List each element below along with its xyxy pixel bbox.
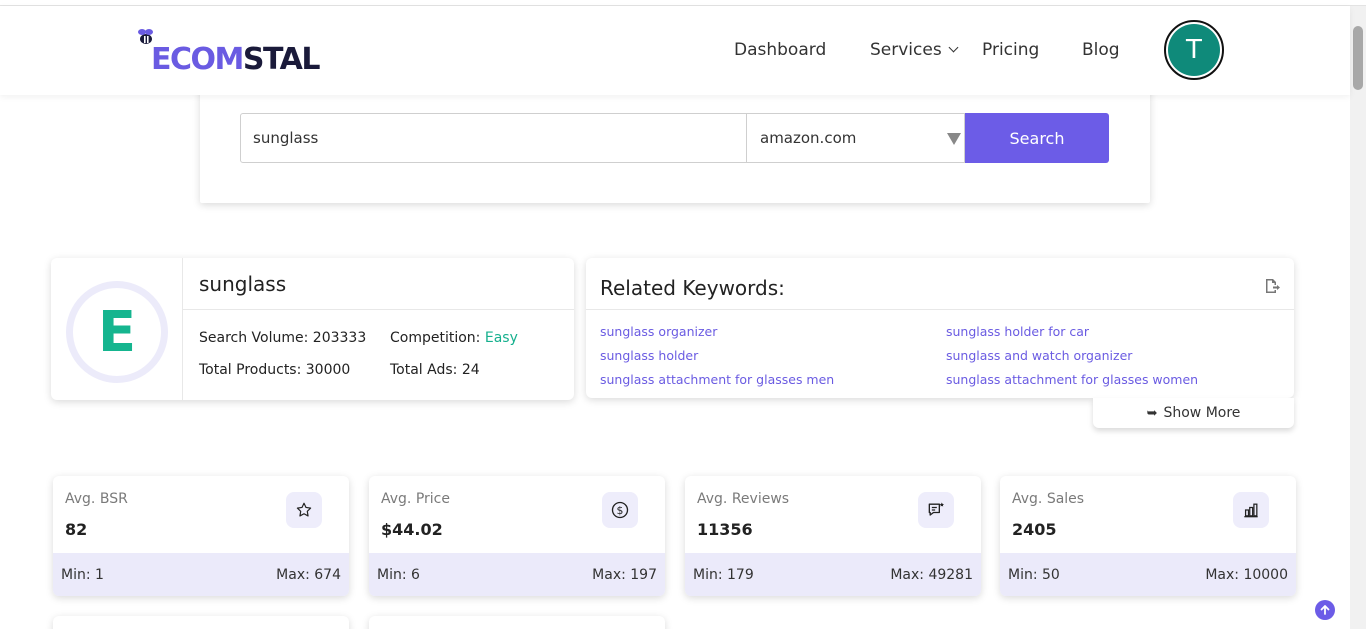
metric-range: Min: 50 Max: 10000 xyxy=(1000,553,1296,596)
show-more-label: Show More xyxy=(1163,405,1241,421)
total-products-stat: Total Products: 30000 xyxy=(199,362,351,378)
metric-min: Min: 6 xyxy=(377,567,420,583)
arrow-icon: ➥ xyxy=(1146,405,1158,421)
review-icon xyxy=(918,492,954,528)
metric-card-partial xyxy=(369,616,665,629)
nav-services[interactable]: Services xyxy=(870,40,959,60)
keyword-search-input[interactable]: sunglass xyxy=(240,113,747,163)
marketplace-selected-value: amazon.com xyxy=(760,129,857,147)
search-button[interactable]: Search xyxy=(965,113,1109,163)
metric-card-bsr: Avg. BSR 82 Min: 1 Max: 674 xyxy=(53,476,349,596)
scroll-to-top-button[interactable] xyxy=(1315,600,1335,620)
metric-min: Min: 1 xyxy=(61,567,104,583)
scrollbar-thumb[interactable] xyxy=(1353,26,1363,90)
metric-label: Avg. Reviews xyxy=(697,491,790,507)
user-avatar[interactable]: T xyxy=(1164,20,1224,80)
site-header: ECOMSTAL Dashboard Services Pricing Blog… xyxy=(0,6,1350,95)
dollar-icon: $ xyxy=(602,492,638,528)
metric-label: Avg. Price xyxy=(381,491,450,507)
search-panel: sunglass amazon.com Search xyxy=(200,80,1150,203)
search-volume-stat: Search Volume: 203333 xyxy=(199,330,367,346)
metric-card-sales: Avg. Sales 2405 Min: 50 Max: 10000 xyxy=(1000,476,1296,596)
page-scrollbar[interactable] xyxy=(1350,6,1366,629)
total-ads-stat: Total Ads: 24 xyxy=(390,362,480,378)
related-keyword-link[interactable]: sunglass attachment for glasses women xyxy=(946,372,1198,387)
divider xyxy=(183,309,574,310)
keyword-grade-badge: E xyxy=(66,281,168,383)
related-keyword-link[interactable]: sunglass holder for car xyxy=(946,324,1089,339)
metric-max: Max: 10000 xyxy=(1205,567,1288,583)
keyword-summary-card: E sunglass Search Volume: 203333 Competi… xyxy=(51,258,574,400)
keyword-title: sunglass xyxy=(199,272,287,296)
show-more-button[interactable]: ➥ Show More xyxy=(1093,398,1294,428)
metric-max: Max: 674 xyxy=(276,567,341,583)
metric-min: Min: 179 xyxy=(693,567,754,583)
metric-value: $44.02 xyxy=(381,520,443,539)
metric-label: Avg. Sales xyxy=(1012,491,1085,507)
competition-label: Competition: xyxy=(390,330,485,346)
divider xyxy=(586,309,1294,310)
related-keyword-link[interactable]: sunglass attachment for glasses men xyxy=(600,372,834,387)
related-keywords-card: Related Keywords: sunglass organizer sun… xyxy=(586,258,1294,398)
logo-wordmark: ECOMSTAL xyxy=(151,42,320,77)
related-keyword-link[interactable]: sunglass and watch organizer xyxy=(946,348,1132,363)
dropdown-caret-icon xyxy=(947,133,961,145)
metric-label: Avg. BSR xyxy=(65,491,128,507)
metric-min: Min: 50 xyxy=(1008,567,1060,583)
related-keywords-title: Related Keywords: xyxy=(600,276,785,300)
nav-pricing[interactable]: Pricing xyxy=(982,40,1039,60)
metric-value: 82 xyxy=(65,520,88,539)
metric-range: Min: 1 Max: 674 xyxy=(53,553,349,596)
svg-text:$: $ xyxy=(617,504,624,517)
metric-range: Min: 179 Max: 49281 xyxy=(685,553,981,596)
metric-card-reviews: Avg. Reviews 11356 Min: 179 Max: 49281 xyxy=(685,476,981,596)
chart-icon xyxy=(1233,492,1269,528)
export-file-icon[interactable] xyxy=(1264,278,1280,294)
nav-blog[interactable]: Blog xyxy=(1082,40,1120,60)
competition-value: Easy xyxy=(484,330,518,346)
grade-column: E xyxy=(51,258,183,400)
search-input-value: sunglass xyxy=(253,129,319,147)
nav-dashboard[interactable]: Dashboard xyxy=(734,40,826,60)
metric-value: 11356 xyxy=(697,520,753,539)
avatar-initial: T xyxy=(1168,24,1220,76)
metric-value: 2405 xyxy=(1012,520,1057,539)
metric-card-price: Avg. Price $44.02 $ Min: 6 Max: 197 xyxy=(369,476,665,596)
metric-card-partial xyxy=(53,616,349,629)
arrow-up-icon xyxy=(1320,605,1330,615)
star-icon xyxy=(286,492,322,528)
marketplace-select[interactable]: amazon.com xyxy=(747,113,965,163)
chevron-down-icon xyxy=(948,42,959,53)
metric-max: Max: 49281 xyxy=(890,567,973,583)
related-keyword-link[interactable]: sunglass holder xyxy=(600,348,698,363)
nav-services-label: Services xyxy=(870,40,942,60)
competition-stat: Competition: Easy xyxy=(390,330,518,346)
metric-max: Max: 197 xyxy=(592,567,657,583)
metric-range: Min: 6 Max: 197 xyxy=(369,553,665,596)
related-keyword-link[interactable]: sunglass organizer xyxy=(600,324,717,339)
